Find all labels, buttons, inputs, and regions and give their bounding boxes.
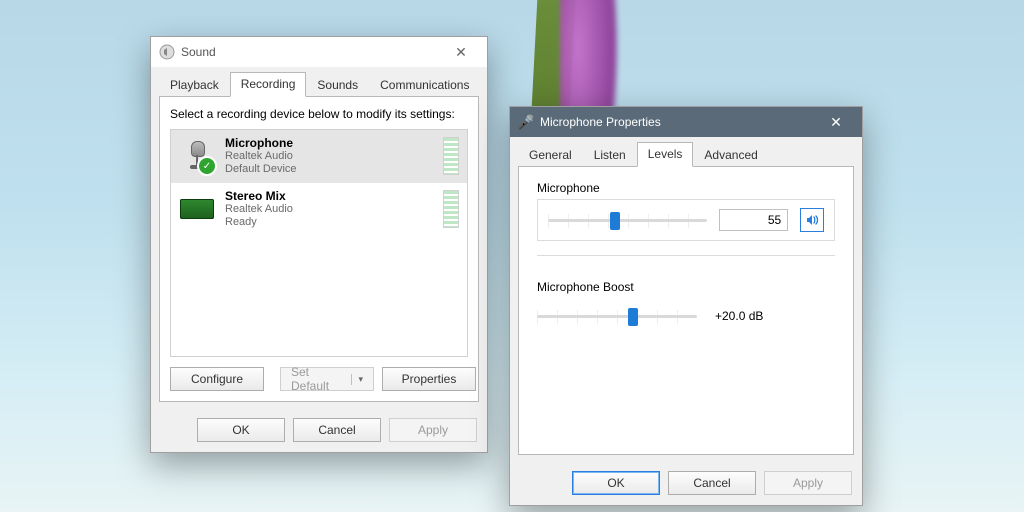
sound-window: Sound ✕ Playback Recording Sounds Commun… bbox=[150, 36, 488, 453]
tab-levels[interactable]: Levels bbox=[637, 142, 694, 167]
tab-advanced[interactable]: Advanced bbox=[693, 143, 768, 167]
tab-playback[interactable]: Playback bbox=[159, 73, 230, 97]
device-action-row: Configure Set Default ▾ Properties bbox=[160, 357, 478, 401]
cancel-button[interactable]: Cancel bbox=[668, 471, 756, 495]
cancel-button[interactable]: Cancel bbox=[293, 418, 381, 442]
device-status: Ready bbox=[225, 216, 437, 229]
speaker-icon[interactable] bbox=[800, 208, 824, 232]
level-meter-icon bbox=[443, 190, 459, 228]
device-vendor: Realtek Audio bbox=[225, 203, 437, 216]
soundcard-icon bbox=[179, 191, 215, 227]
device-stereo-mix[interactable]: Stereo Mix Realtek Audio Ready bbox=[171, 183, 467, 236]
boost-slider[interactable] bbox=[537, 306, 697, 326]
default-check-icon: ✓ bbox=[197, 156, 217, 176]
apply-button[interactable]: Apply bbox=[764, 471, 852, 495]
props-tabs: General Listen Levels Advanced bbox=[510, 137, 862, 166]
mic-level-value[interactable]: 55 bbox=[719, 209, 789, 231]
device-vendor: Realtek Audio bbox=[225, 150, 437, 163]
microphone-icon: 🎤 bbox=[518, 114, 534, 130]
device-info: Microphone Realtek Audio Default Device bbox=[225, 136, 437, 176]
slider-thumb[interactable] bbox=[610, 212, 620, 230]
apply-button[interactable]: Apply bbox=[389, 418, 477, 442]
props-dialog-buttons: OK Cancel Apply bbox=[510, 463, 862, 505]
level-meter-icon bbox=[443, 137, 459, 175]
sound-tab-frame: Select a recording device below to modif… bbox=[159, 96, 479, 402]
sound-dialog-buttons: OK Cancel Apply bbox=[151, 410, 487, 452]
recording-instruction: Select a recording device below to modif… bbox=[160, 97, 478, 129]
mic-level-slider[interactable] bbox=[548, 210, 707, 230]
close-icon[interactable]: ✕ bbox=[441, 38, 481, 66]
configure-button[interactable]: Configure bbox=[170, 367, 264, 391]
mic-level-row: 55 bbox=[537, 199, 835, 241]
props-titlebar[interactable]: 🎤 Microphone Properties ✕ bbox=[510, 107, 862, 137]
set-default-label: Set Default bbox=[291, 365, 345, 393]
tab-recording[interactable]: Recording bbox=[230, 72, 307, 97]
device-microphone[interactable]: ✓ Microphone Realtek Audio Default Devic… bbox=[171, 130, 467, 183]
boost-value: +20.0 dB bbox=[709, 306, 791, 326]
device-name: Microphone bbox=[225, 136, 437, 150]
boost-row: +20.0 dB bbox=[537, 298, 835, 334]
tab-general[interactable]: General bbox=[518, 143, 583, 167]
tab-listen[interactable]: Listen bbox=[583, 143, 637, 167]
ok-button[interactable]: OK bbox=[572, 471, 660, 495]
mic-properties-window: 🎤 Microphone Properties ✕ General Listen… bbox=[509, 106, 863, 506]
ok-button[interactable]: OK bbox=[197, 418, 285, 442]
sound-tabs: Playback Recording Sounds Communications bbox=[151, 67, 487, 96]
microphone-icon: ✓ bbox=[179, 138, 215, 174]
recording-device-list[interactable]: ✓ Microphone Realtek Audio Default Devic… bbox=[170, 129, 468, 357]
chevron-down-icon: ▾ bbox=[351, 374, 363, 385]
separator bbox=[537, 255, 835, 256]
sound-icon bbox=[159, 44, 175, 60]
boost-label: Microphone Boost bbox=[537, 280, 835, 294]
properties-button[interactable]: Properties bbox=[382, 367, 476, 391]
mic-level-label: Microphone bbox=[537, 181, 835, 195]
device-info: Stereo Mix Realtek Audio Ready bbox=[225, 189, 437, 229]
slider-thumb[interactable] bbox=[628, 308, 638, 326]
tab-sounds[interactable]: Sounds bbox=[306, 73, 369, 97]
tab-communications[interactable]: Communications bbox=[369, 73, 480, 97]
mic-level-group: Microphone 55 bbox=[519, 167, 853, 245]
boost-group: Microphone Boost +20.0 dB bbox=[519, 266, 853, 338]
device-name: Stereo Mix bbox=[225, 189, 437, 203]
set-default-button[interactable]: Set Default ▾ bbox=[280, 367, 374, 391]
props-tab-frame: Microphone 55 Microphone Boost bbox=[518, 166, 854, 455]
props-title: Microphone Properties bbox=[540, 115, 816, 129]
sound-title: Sound bbox=[181, 45, 441, 59]
close-icon[interactable]: ✕ bbox=[816, 108, 856, 136]
device-status: Default Device bbox=[225, 163, 437, 176]
sound-titlebar[interactable]: Sound ✕ bbox=[151, 37, 487, 67]
